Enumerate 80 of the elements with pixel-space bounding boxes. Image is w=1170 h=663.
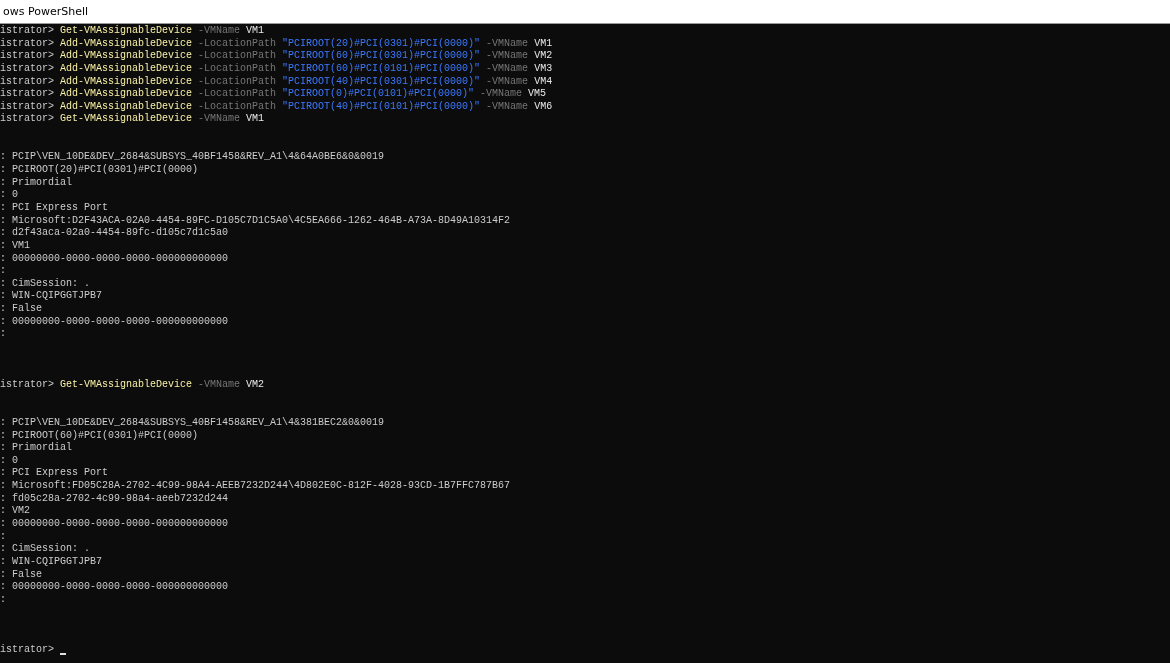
string-argument: "PCIROOT(40)#PCI(0301)#PCI(0000)" <box>282 75 481 88</box>
command-name: Add-VMAssignableDevice <box>60 37 193 50</box>
prompt-text: istrator> <box>0 37 54 50</box>
command-name: Add-VMAssignableDevice <box>60 50 193 63</box>
output-line: : CimSession: . <box>0 543 90 556</box>
output-line: : 00000000-0000-0000-0000-000000000000 <box>0 315 229 329</box>
parameter-value: VM5 <box>528 88 547 101</box>
parameter-name: -LocationPath <box>198 62 277 76</box>
parameter-name: -VMName <box>198 113 241 127</box>
parameter-name: -LocationPath <box>198 37 277 50</box>
command-name: Add-VMAssignableDevice <box>60 75 193 88</box>
parameter-value: VM2 <box>246 378 265 392</box>
string-argument: "PCIROOT(60)#PCI(0301)#PCI(0000)" <box>282 50 481 63</box>
window-title: ows PowerShell <box>2 5 89 18</box>
command-name: Add-VMAssignableDevice <box>60 88 193 101</box>
parameter-name: -LocationPath <box>198 88 277 101</box>
command-name: Get-VMAssignableDevice <box>60 25 193 38</box>
output-line: : VM2 <box>0 505 30 518</box>
output-line: : 00000000-0000-0000-0000-000000000000 <box>0 581 229 594</box>
output-line: : d2f43aca-02a0-4454-89fc-d105c7d1c5a0 <box>0 227 229 240</box>
output-line: : VM1 <box>0 239 30 253</box>
output-line: : <box>0 328 6 342</box>
parameter-name: -LocationPath <box>198 75 277 88</box>
parameter-name: -VMName <box>486 50 529 63</box>
output-line: : Microsoft:FD05C28A-2702-4C99-98A4-AEEB7232D244\4D802E0C-812F-4028-93CD-1B7FFC787B67 <box>0 480 511 493</box>
output-line: : PCIROOT(20)#PCI(0301)#PCI(0000) <box>0 164 199 177</box>
output-line: : PCIP\VEN_10DE&DEV_2684&SUBSYS_40BF1458&REV_A1\4&381BEC2&0&0019 <box>0 416 385 430</box>
prompt-text: istrator> <box>0 62 54 76</box>
output-line: : 00000000-0000-0000-0000-000000000000 <box>0 518 229 531</box>
output-line: : 00000000-0000-0000-0000-000000000000 <box>0 252 229 266</box>
command-name: Get-VMAssignableDevice <box>60 378 193 392</box>
output-line: : <box>0 530 6 544</box>
prompt-text: istrator> <box>0 88 54 101</box>
prompt-text: istrator> <box>0 50 54 63</box>
prompt-text: istrator> <box>0 644 54 658</box>
parameter-value: VM3 <box>534 62 553 76</box>
output-line: : 0 <box>0 189 18 202</box>
output-line: : <box>0 265 6 278</box>
parameter-name: -VMName <box>480 88 523 101</box>
output-line: : Primordial <box>0 176 72 190</box>
output-line: : CimSession: . <box>0 277 90 291</box>
prompt-text: istrator> <box>0 75 54 88</box>
parameter-name: -LocationPath <box>198 50 277 63</box>
prompt-text: istrator> <box>0 25 54 38</box>
output-line: : WIN-CQIPGGTJPB7 <box>0 290 103 303</box>
prompt-text: istrator> <box>0 113 54 127</box>
parameter-name: -VMName <box>486 100 529 114</box>
output-line: : fd05c28a-2702-4c99-98a4-aeeb7232d244 <box>0 492 229 506</box>
parameter-value: VM1 <box>534 37 553 51</box>
output-line: : Primordial <box>0 442 72 455</box>
output-line: : WIN-CQIPGGTJPB7 <box>0 555 103 569</box>
output-line: : <box>0 593 6 607</box>
string-argument: "PCIROOT(0)#PCI(0101)#PCI(0000)" <box>282 88 475 101</box>
string-argument: "PCIROOT(40)#PCI(0101)#PCI(0000)" <box>282 100 481 114</box>
command-name: Get-VMAssignableDevice <box>60 113 193 127</box>
output-line: : PCI Express Port <box>0 467 109 480</box>
command-name: Add-VMAssignableDevice <box>60 62 193 76</box>
parameter-value: VM2 <box>534 50 553 63</box>
output-line: : PCIP\VEN_10DE&DEV_2684&SUBSYS_40BF1458&REV_A1\4&64A0BE6&0&0019 <box>0 151 385 164</box>
parameter-name: -VMName <box>198 378 241 392</box>
output-line: : Microsoft:D2F43ACA-02A0-4454-89FC-D105C7D1C5A0\4C5EA666-1262-464B-A73A-8D49A10314F2 <box>0 214 511 227</box>
parameter-value: VM6 <box>534 100 553 114</box>
parameter-name: -VMName <box>486 37 529 51</box>
output-line: : False <box>0 568 42 582</box>
parameter-value: VM1 <box>246 113 265 127</box>
parameter-name: -VMName <box>486 75 529 89</box>
prompt-text: istrator> <box>0 378 54 392</box>
prompt-text: istrator> <box>0 100 54 113</box>
parameter-value: VM4 <box>534 75 553 89</box>
output-line: : 0 <box>0 454 18 468</box>
output-line: : PCIROOT(60)#PCI(0301)#PCI(0000) <box>0 429 199 442</box>
string-argument: "PCIROOT(60)#PCI(0101)#PCI(0000)" <box>282 62 481 76</box>
output-line: : False <box>0 303 42 316</box>
parameter-name: -VMName <box>486 62 529 76</box>
command-name: Add-VMAssignableDevice <box>60 100 193 113</box>
string-argument: "PCIROOT(20)#PCI(0301)#PCI(0000)" <box>282 37 481 50</box>
parameter-value: VM1 <box>246 25 265 38</box>
parameter-name: -LocationPath <box>198 100 277 114</box>
parameter-name: -VMName <box>198 25 241 38</box>
output-line: : PCI Express Port <box>0 201 109 215</box>
